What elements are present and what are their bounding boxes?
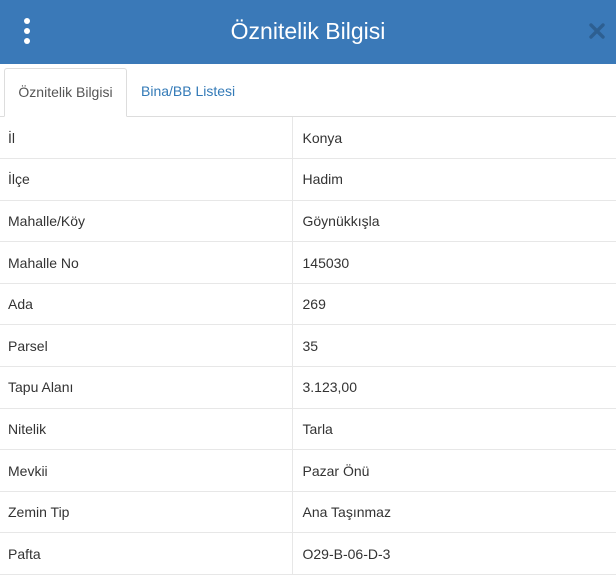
table-row: Mahalle No 145030	[0, 241, 616, 284]
table-row: Ada 269	[0, 283, 616, 326]
table-row: Mahalle/Köy Göynükkışla	[0, 200, 616, 243]
attribute-table: İl Konya İlçe Hadim Mahalle/Köy Göynükkı…	[0, 117, 616, 575]
attribute-value: Konya	[292, 117, 616, 160]
table-row: Pafta O29-B-06-D-3	[0, 532, 616, 575]
dialog-title: Öznitelik Bilgisi	[230, 18, 386, 44]
attribute-key: Parsel	[0, 324, 293, 368]
attribute-key: Mahalle/Köy	[0, 200, 293, 243]
table-row: Parsel 35	[0, 324, 616, 368]
attribute-key: Zemin Tip	[0, 491, 293, 534]
table-row: Tapu Alanı 3.123,00	[0, 366, 616, 409]
attribute-value: Göynükkışla	[292, 200, 616, 243]
attribute-value: Pazar Önü	[292, 449, 616, 492]
attribute-key: Mahalle No	[0, 241, 293, 284]
table-row: İlçe Hadim	[0, 158, 616, 201]
attribute-key: Tapu Alanı	[0, 366, 293, 409]
attribute-value: O29-B-06-D-3	[292, 532, 616, 575]
attribute-key: Mevkii	[0, 449, 293, 492]
attribute-value: Tarla	[292, 408, 616, 451]
attribute-key: İl	[0, 117, 293, 160]
attribute-key: İlçe	[0, 158, 293, 201]
tab-oznitelik-bilgisi[interactable]: Öznitelik Bilgisi	[4, 68, 127, 117]
attribute-key: Pafta	[0, 532, 293, 575]
attribute-value: Ana Taşınmaz	[292, 491, 616, 534]
tab-bar: Öznitelik Bilgisi Bina/BB Listesi	[0, 64, 616, 117]
attribute-value: 145030	[292, 241, 616, 284]
close-icon[interactable]	[588, 22, 606, 40]
table-row: Zemin Tip Ana Taşınmaz	[0, 491, 616, 534]
attribute-value: Hadim	[292, 158, 616, 201]
dialog-header: Öznitelik Bilgisi	[0, 0, 616, 64]
table-row: İl Konya	[0, 117, 616, 160]
attribute-key: Nitelik	[0, 408, 293, 451]
table-row: Nitelik Tarla	[0, 408, 616, 451]
attribute-key: Ada	[0, 283, 293, 326]
attribute-value: 269	[292, 283, 616, 326]
attribute-value: 35	[292, 324, 616, 368]
tab-bina-bb-listesi[interactable]: Bina/BB Listesi	[141, 68, 235, 116]
attribute-value: 3.123,00	[292, 366, 616, 409]
table-row: Mevkii Pazar Önü	[0, 449, 616, 492]
